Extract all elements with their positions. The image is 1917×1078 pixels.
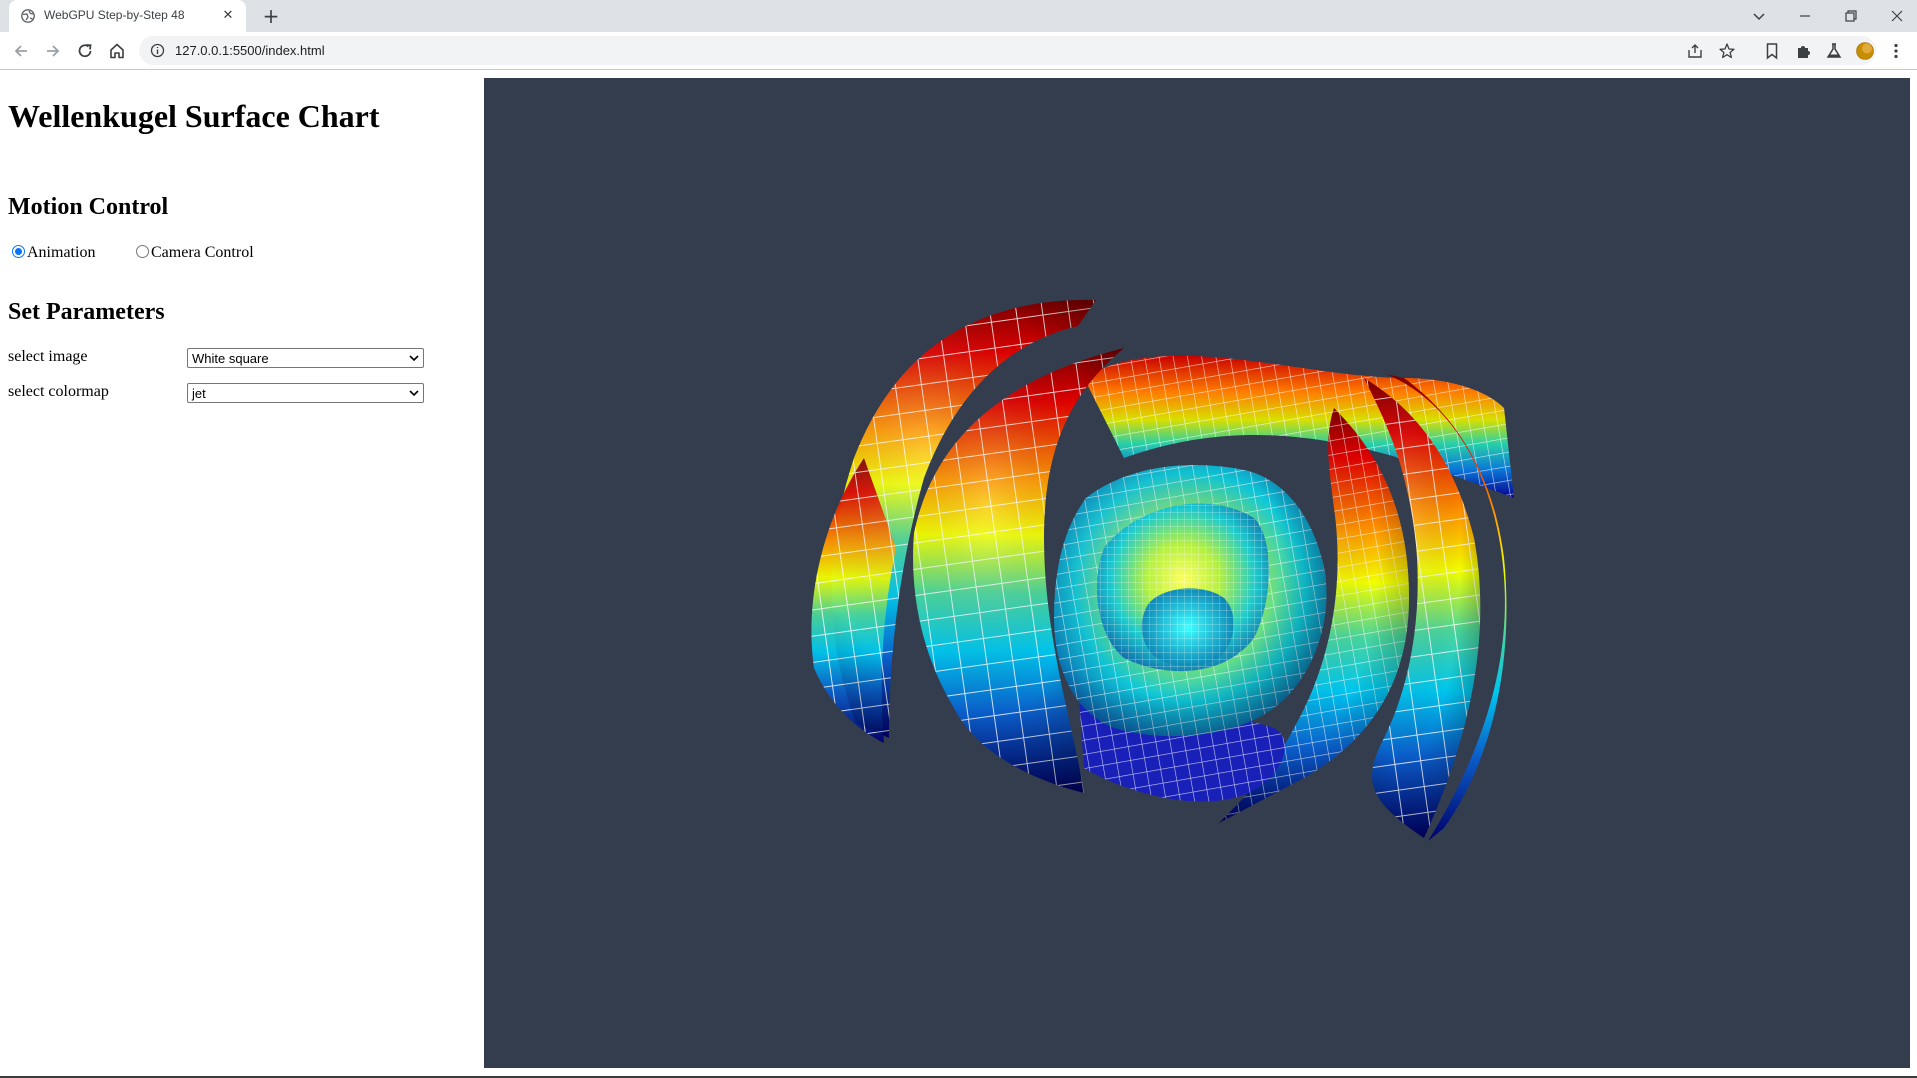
puzzle-icon[interactable] [1794, 41, 1814, 61]
animation-label: Animation [27, 244, 96, 261]
reload-icon[interactable] [75, 41, 95, 61]
globe-favicon [21, 9, 35, 23]
chevron-down-icon [409, 390, 419, 397]
camera-control-radio[interactable] [136, 245, 149, 258]
motion-control-heading: Motion Control [8, 194, 169, 220]
webgpu-canvas[interactable] [484, 78, 1910, 1068]
close-icon[interactable]: ✕ [220, 8, 236, 24]
select-colormap-value: jet [192, 386, 206, 401]
control-panel [0, 70, 484, 1078]
select-image-value: White square [192, 351, 269, 366]
chevron-down-icon [409, 355, 419, 362]
browser-tab[interactable]: WebGPU Step-by-Step 48 ✕ [9, 0, 246, 32]
tab-title: WebGPU Step-by-Step 48 [44, 8, 185, 22]
select-colormap-label: select colormap [8, 383, 109, 400]
url-text: 127.0.0.1:5500/index.html [175, 43, 325, 58]
set-parameters-heading: Set Parameters [8, 299, 165, 325]
star-icon[interactable] [1718, 42, 1736, 60]
tab-strip: WebGPU Step-by-Step 48 ✕ + [0, 0, 1917, 32]
camera-control-radio-option[interactable]: Camera Control [136, 244, 254, 262]
browser-toolbar: 127.0.0.1:5500/index.html [0, 32, 1917, 70]
restore-icon[interactable] [1841, 6, 1861, 26]
bookmark-icon[interactable] [1762, 41, 1782, 61]
chevron-down-icon[interactable] [1749, 6, 1769, 26]
select-image-dropdown[interactable]: White square [187, 348, 424, 368]
camera-control-label: Camera Control [151, 244, 254, 261]
animation-radio[interactable] [12, 245, 25, 258]
select-image-label: select image [8, 348, 88, 365]
share-icon[interactable] [1686, 42, 1704, 60]
minimize-icon[interactable] [1795, 6, 1815, 26]
back-arrow-icon[interactable] [11, 41, 31, 61]
profile-icon[interactable] [1855, 41, 1875, 61]
page-title: Wellenkugel Surface Chart [8, 98, 380, 134]
home-icon[interactable] [107, 41, 127, 61]
flask-icon[interactable] [1824, 41, 1844, 61]
surface-inner-core [1141, 588, 1234, 666]
animation-radio-option[interactable]: Animation [12, 244, 95, 261]
motion-control-options: Animation Camera Control [12, 244, 254, 262]
select-colormap-dropdown[interactable]: jet [187, 383, 424, 403]
forward-arrow-icon[interactable] [43, 41, 63, 61]
address-bar[interactable]: 127.0.0.1:5500/index.html [139, 36, 1876, 65]
wellenkugel-surface [811, 299, 1514, 841]
plus-icon[interactable]: + [261, 6, 281, 26]
kebab-menu-icon[interactable] [1886, 41, 1906, 61]
info-icon[interactable] [150, 43, 165, 58]
window-close-icon[interactable] [1887, 6, 1907, 26]
